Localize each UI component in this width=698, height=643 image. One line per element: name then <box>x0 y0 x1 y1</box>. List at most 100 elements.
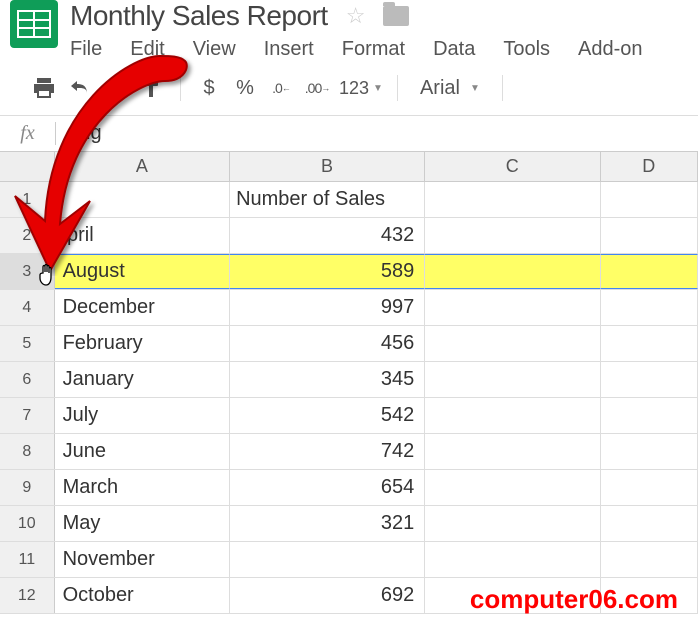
decrease-decimal-button[interactable]: .0← <box>267 75 295 101</box>
cell[interactable] <box>425 398 600 433</box>
cell[interactable]: 589 <box>230 254 425 289</box>
currency-button[interactable]: $ <box>195 75 223 101</box>
formula-input[interactable]: Aug <box>56 122 102 145</box>
watermark: computer06.com <box>470 584 678 615</box>
table-row: 1 Number of Sales <box>0 182 698 218</box>
row-header[interactable]: 7 <box>0 398 55 433</box>
toolbar: $ % .0← .00→ 123▼ Arial▼ <box>0 61 698 116</box>
menu-file[interactable]: File <box>70 38 102 61</box>
print-button[interactable] <box>30 75 58 101</box>
row-header[interactable]: 12 <box>0 578 55 613</box>
cell[interactable]: 345 <box>230 362 425 397</box>
row-header[interactable]: 3 <box>0 254 55 289</box>
column-header-b[interactable]: B <box>230 152 425 181</box>
spreadsheet-grid: A B C D 1Number of Sales2ipril4323August… <box>0 152 698 614</box>
cell[interactable]: December <box>55 290 231 325</box>
folder-icon[interactable] <box>383 6 409 26</box>
row-header[interactable]: 9 <box>0 470 55 505</box>
cell[interactable] <box>425 254 600 289</box>
cell[interactable] <box>601 254 698 289</box>
cell[interactable] <box>601 542 698 577</box>
cell[interactable]: 456 <box>230 326 425 361</box>
table-row: 7July542 <box>0 398 698 434</box>
table-row: 6January345 <box>0 362 698 398</box>
menu-data[interactable]: Data <box>433 38 475 61</box>
row-header[interactable]: 11 <box>0 542 55 577</box>
row-header[interactable]: 2 <box>0 218 55 253</box>
cell[interactable] <box>601 506 698 541</box>
column-header-c[interactable]: C <box>425 152 600 181</box>
undo-button[interactable] <box>66 75 94 101</box>
cell[interactable]: October <box>55 578 231 613</box>
cell[interactable]: January <box>55 362 231 397</box>
cell[interactable]: ipril <box>55 218 231 253</box>
cell[interactable] <box>425 434 600 469</box>
cell[interactable] <box>601 398 698 433</box>
cell[interactable] <box>425 542 600 577</box>
cell[interactable]: May <box>55 506 231 541</box>
cell[interactable] <box>601 470 698 505</box>
cell[interactable] <box>55 182 231 217</box>
select-all-corner[interactable] <box>0 152 55 181</box>
cell[interactable]: 997 <box>230 290 425 325</box>
menu-edit[interactable]: Edit <box>130 38 164 61</box>
formula-bar: fx Aug <box>0 116 698 152</box>
cell[interactable] <box>425 218 600 253</box>
sheets-logo[interactable] <box>10 0 58 48</box>
percent-button[interactable]: % <box>231 75 259 101</box>
menu-tools[interactable]: Tools <box>503 38 550 61</box>
cell[interactable]: February <box>55 326 231 361</box>
column-header-d[interactable]: D <box>601 152 698 181</box>
cell[interactable] <box>601 362 698 397</box>
cell[interactable]: 542 <box>230 398 425 433</box>
cell[interactable] <box>601 218 698 253</box>
cell[interactable]: 654 <box>230 470 425 505</box>
cell[interactable]: 432 <box>230 218 425 253</box>
redo-button[interactable] <box>102 75 130 101</box>
table-row: 10May321 <box>0 506 698 542</box>
fx-label: fx <box>0 122 56 145</box>
cell[interactable] <box>425 362 600 397</box>
column-header-a[interactable]: A <box>55 152 230 181</box>
cell[interactable] <box>601 434 698 469</box>
document-title[interactable]: Monthly Sales Report <box>70 0 328 32</box>
cell[interactable]: 321 <box>230 506 425 541</box>
cell[interactable] <box>601 326 698 361</box>
table-row: 5February456 <box>0 326 698 362</box>
table-row: 3August589 <box>0 254 698 290</box>
cell[interactable]: July <box>55 398 231 433</box>
row-header[interactable]: 10 <box>0 506 55 541</box>
row-header[interactable]: 8 <box>0 434 55 469</box>
row-header[interactable]: 4 <box>0 290 55 325</box>
cell[interactable] <box>601 290 698 325</box>
row-header[interactable]: 6 <box>0 362 55 397</box>
row-header[interactable]: 1 <box>0 182 55 217</box>
cell[interactable]: March <box>55 470 231 505</box>
cell[interactable] <box>230 542 425 577</box>
paint-format-button[interactable] <box>138 75 166 101</box>
star-icon[interactable]: ☆ <box>346 3 365 29</box>
cell[interactable]: August <box>55 254 231 289</box>
separator <box>397 75 398 101</box>
font-selector[interactable]: Arial▼ <box>412 77 488 100</box>
menu-format[interactable]: Format <box>342 38 405 61</box>
cell[interactable]: 742 <box>230 434 425 469</box>
cell[interactable]: Number of Sales <box>230 182 425 217</box>
increase-decimal-button[interactable]: .00→ <box>303 75 331 101</box>
cell[interactable]: 692 <box>230 578 425 613</box>
cell[interactable]: June <box>55 434 231 469</box>
menu-view[interactable]: View <box>193 38 236 61</box>
menu-addons[interactable]: Add-on <box>578 38 643 61</box>
cell[interactable] <box>425 506 600 541</box>
number-format-button[interactable]: 123▼ <box>339 75 383 101</box>
cell[interactable] <box>425 290 600 325</box>
cell[interactable] <box>601 182 698 217</box>
cell[interactable] <box>425 326 600 361</box>
dropdown-caret-icon: ▼ <box>470 83 480 94</box>
cell[interactable] <box>425 182 600 217</box>
table-row: 11November <box>0 542 698 578</box>
menu-insert[interactable]: Insert <box>264 38 314 61</box>
row-header[interactable]: 5 <box>0 326 55 361</box>
cell[interactable] <box>425 470 600 505</box>
cell[interactable]: November <box>55 542 231 577</box>
